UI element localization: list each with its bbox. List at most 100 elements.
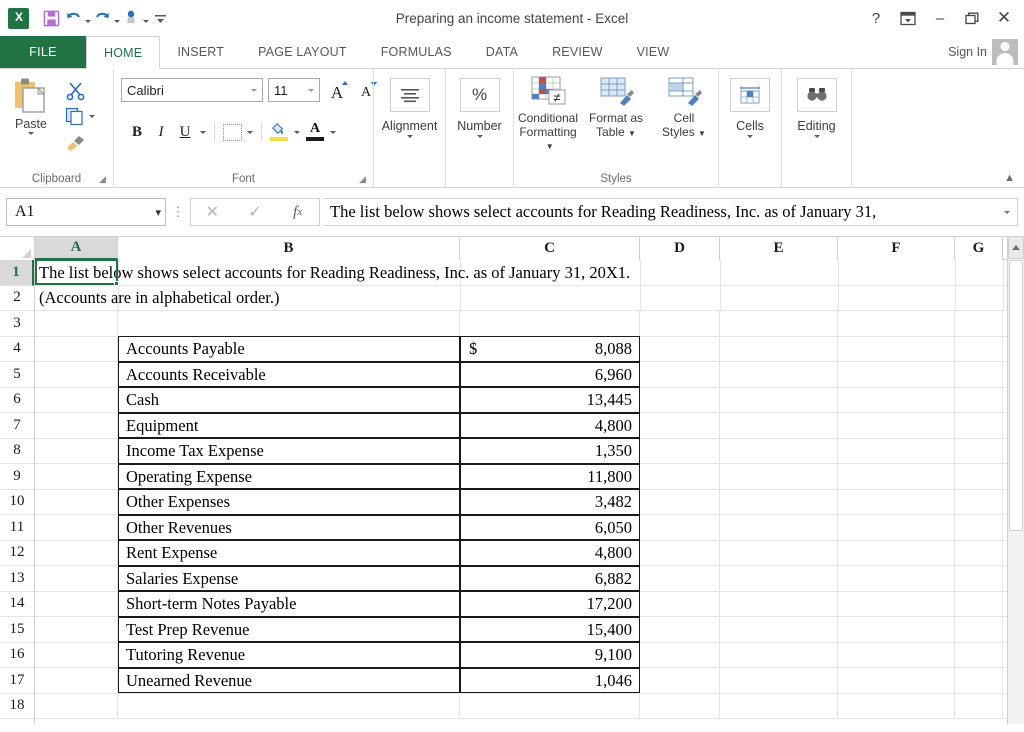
font-color-button[interactable]: A [303,120,327,144]
column-header-g[interactable]: G [955,237,1003,260]
cell-E10[interactable] [720,490,838,516]
cell-E11[interactable] [720,515,838,541]
cell-A17[interactable] [35,668,118,694]
cell-D9[interactable] [640,464,720,490]
row-header[interactable]: 6 [0,388,34,414]
underline-dropdown-icon[interactable] [197,120,209,144]
cell-A1[interactable]: The list below shows select accounts for… [35,260,1024,286]
font-dialog-launcher[interactable]: ◢ [359,175,369,185]
cell-F17[interactable] [838,668,955,694]
paste-button[interactable]: Paste [0,74,62,135]
editing-dropdown-icon[interactable] [814,135,820,138]
cell-B16[interactable]: Tutoring Revenue [118,643,460,669]
increase-font-size-button[interactable]: A [325,78,349,102]
cell-E17[interactable] [720,668,838,694]
cell-B10[interactable]: Other Expenses [118,490,460,516]
amount-cell[interactable]: 6,960 [460,362,640,388]
cell-F10[interactable] [838,490,955,516]
cell-A16[interactable] [35,643,118,669]
undo-icon[interactable] [64,4,82,32]
account-name-cell[interactable]: Accounts Payable [118,336,460,362]
tab-home[interactable]: HOME [86,36,160,69]
row-header[interactable]: 10 [0,490,34,516]
cell-D7[interactable] [640,413,720,439]
column-header-c[interactable]: C [460,237,640,260]
cell-C12[interactable]: 4,800 [460,541,640,567]
underline-button[interactable]: U [173,120,197,144]
cell-C10[interactable]: 3,482 [460,490,640,516]
amount-cell[interactable]: 6,882 [460,566,640,592]
cell-E16[interactable] [720,643,838,669]
cell-B5[interactable]: Accounts Receivable [118,362,460,388]
name-box[interactable]: A1 ▾ [6,198,166,226]
column-header-f[interactable]: F [838,237,955,260]
cell-styles-button[interactable]: Cell Styles ▼ [651,75,717,140]
cell-A15[interactable] [35,617,118,643]
ribbon-group-number[interactable]: % Number [445,69,513,188]
cell-C3[interactable] [460,311,640,337]
account-name-cell[interactable]: Other Expenses [118,489,460,515]
touch-mode-dropdown-icon[interactable] [140,4,151,32]
row-header[interactable]: 9 [0,464,34,490]
tab-data[interactable]: DATA [469,36,535,68]
cell-B14[interactable]: Short-term Notes Payable [118,592,460,618]
cell-B18[interactable] [118,694,460,720]
account-name-cell[interactable]: Operating Expense [118,464,460,490]
account-name-cell[interactable]: Short-term Notes Payable [118,591,460,617]
cell-D11[interactable] [640,515,720,541]
amount-cell[interactable]: $8,088 [460,336,640,362]
account-name-cell[interactable]: Tutoring Revenue [118,642,460,668]
cell-A3[interactable] [35,311,118,337]
cell-E6[interactable] [720,388,838,414]
row-header[interactable]: 8 [0,439,34,465]
cell-G5[interactable] [955,362,1003,388]
cell-F8[interactable] [838,439,955,465]
row-header[interactable]: 2 [0,286,34,312]
ribbon-group-alignment[interactable]: Alignment [373,69,445,188]
cell-G16[interactable] [955,643,1003,669]
cell-D13[interactable] [640,566,720,592]
cell-G6[interactable] [955,388,1003,414]
cell-D16[interactable] [640,643,720,669]
row-header[interactable]: 5 [0,362,34,388]
amount-cell[interactable]: 1,350 [460,438,640,464]
cell-E15[interactable] [720,617,838,643]
cell-E14[interactable] [720,592,838,618]
cell-G14[interactable] [955,592,1003,618]
tab-file[interactable]: FILE [0,36,86,68]
cell-A10[interactable] [35,490,118,516]
cell-F18[interactable] [838,694,955,720]
touch-mode-icon[interactable] [122,4,140,32]
cell-E13[interactable] [720,566,838,592]
row-header[interactable]: 17 [0,668,34,694]
cell-G8[interactable] [955,439,1003,465]
tab-page-layout[interactable]: PAGE LAYOUT [241,36,364,68]
cell-C15[interactable]: 15,400 [460,617,640,643]
cell-A11[interactable] [35,515,118,541]
cell-A14[interactable] [35,592,118,618]
column-header-e[interactable]: E [720,237,838,260]
cell-G7[interactable] [955,413,1003,439]
sign-in-area[interactable]: Sign In [948,36,1018,68]
cell-A5[interactable] [35,362,118,388]
fill-color-dropdown-icon[interactable] [291,120,303,144]
cell-F6[interactable] [838,388,955,414]
paste-dropdown-icon[interactable] [28,132,34,135]
column-header-b[interactable]: B [118,237,460,260]
cell-A13[interactable] [35,566,118,592]
cell-F11[interactable] [838,515,955,541]
insert-function-button[interactable]: fx [278,199,318,225]
borders-dropdown-icon[interactable] [244,120,256,144]
row-header[interactable]: 15 [0,617,34,643]
cell-C14[interactable]: 17,200 [460,592,640,618]
amount-cell[interactable]: 11,800 [460,464,640,490]
redo-icon[interactable] [93,4,111,32]
restore-button[interactable] [956,3,988,33]
cell-C17[interactable]: 1,046 [460,668,640,694]
cell-A6[interactable] [35,388,118,414]
cell-C13[interactable]: 6,882 [460,566,640,592]
cell-D17[interactable] [640,668,720,694]
cell-E18[interactable] [720,694,838,720]
amount-cell[interactable]: 9,100 [460,642,640,668]
cell-G3[interactable] [955,311,1003,337]
